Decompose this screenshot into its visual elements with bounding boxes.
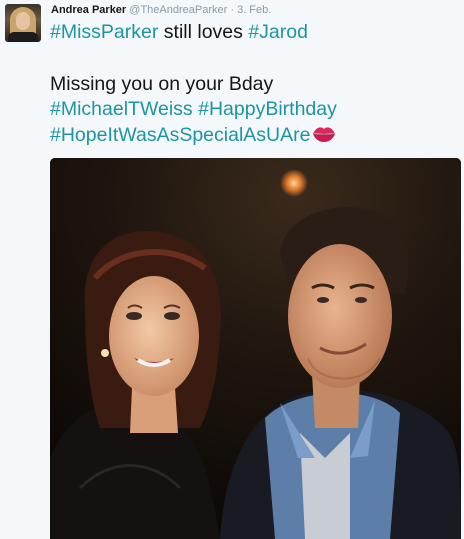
kiss-mark-icon — [312, 125, 336, 149]
tweet-header: Andrea Parker @TheAndreaParker · 3. Feb. — [51, 4, 271, 17]
tweet-text-line-4: #HopeItWasAsSpecialAsUAre — [50, 123, 336, 149]
tweet: Andrea Parker @TheAndreaParker · 3. Feb.… — [0, 0, 464, 539]
hashtag-michaeltweiss[interactable]: #MichaelTWeiss — [50, 98, 193, 120]
avatar[interactable] — [5, 4, 41, 42]
author-name[interactable]: Andrea Parker — [51, 4, 126, 16]
meta-separator: · — [230, 4, 235, 16]
tweet-text-line-2: Missing you on your Bday — [50, 73, 274, 95]
hashtag-happybirthday[interactable]: #HappyBirthday — [198, 98, 337, 120]
tweet-text: still loves — [158, 21, 249, 43]
tweet-photo[interactable] — [50, 158, 461, 539]
hashtag-hopeitwasasspecialasuare[interactable]: #HopeItWasAsSpecialAsUAre — [50, 124, 310, 146]
tweet-text-line-1: #MissParker still loves #Jarod — [50, 20, 308, 44]
author-handle[interactable]: @TheAndreaParker — [129, 4, 227, 16]
tweet-date[interactable]: 3. Feb. — [237, 4, 271, 16]
hashtag-missparker[interactable]: #MissParker — [50, 21, 158, 43]
tweet-text-line-3: #MichaelTWeiss #HappyBirthday — [50, 97, 337, 121]
hashtag-jarod[interactable]: #Jarod — [248, 21, 308, 43]
